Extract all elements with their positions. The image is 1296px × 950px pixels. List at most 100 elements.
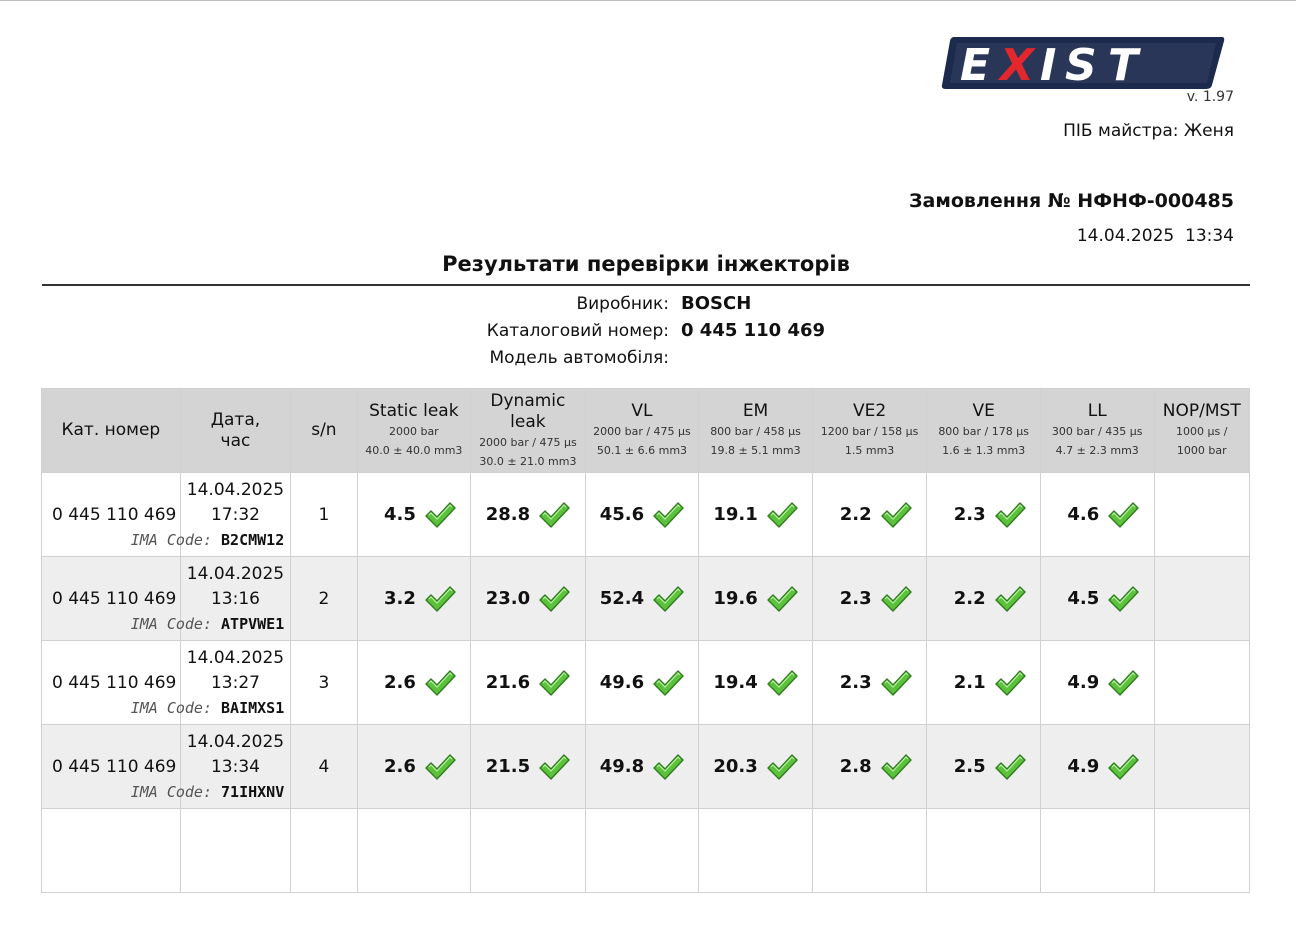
column-test-condition: 1200 bar / 158 μs	[820, 425, 919, 438]
table-header-row: Кат. номер Дата, час s/n Static leak 2000 ba…	[41, 388, 1250, 473]
nop-mst-cell	[1153, 724, 1250, 809]
column-header: NOP/MST 1000 μs / 1000 bar	[1153, 388, 1250, 473]
datetime-cell: 14.04.2025 13:27 IMA Code: BAIMXS1	[131, 640, 292, 725]
measurement-value: 52.4	[599, 588, 645, 609]
column-header: Кат. номер	[41, 388, 181, 473]
measurement-value: 21.6	[485, 672, 531, 693]
checkmark-pass-icon	[880, 753, 912, 780]
table-row: 0 445 110 469 14.04.2025 13:16 IMA Code: AT…	[41, 556, 1250, 641]
ima-code-label: IMA Code:	[130, 783, 212, 801]
checkmark-pass-icon	[880, 501, 912, 528]
measurement-value: 19.1	[713, 504, 758, 525]
column-test-condition: 30.0 ± 21.0 mm3	[479, 454, 577, 468]
column-header: Dynamic leak 2000 bar / 475 μs 30.0 ± 21.0…	[470, 388, 586, 473]
ima-code-label: IMA Code:	[130, 615, 212, 633]
column-test-condition: 1.6 ± 1.3 mm3	[942, 444, 1026, 457]
test-time: 17:32	[210, 505, 260, 525]
empty-cell	[1153, 808, 1250, 893]
table-row: 0 445 110 469 14.04.2025 17:32 IMA Code: B2…	[41, 472, 1250, 557]
column-title: LL	[1087, 401, 1107, 421]
measurement-cell: 2.2	[926, 556, 1041, 641]
checkmark-pass-icon	[539, 585, 570, 612]
measurement-cell: 21.6	[470, 640, 586, 725]
serial-number-cell: 4	[290, 724, 358, 809]
ima-code: IMA Code: 71IHXNV	[41, 780, 291, 805]
measurement-value: 2.3	[953, 504, 986, 525]
master-line: ПІБ майстра: Женя	[1063, 121, 1234, 141]
column-test-condition: 800 bar / 178 μs	[938, 425, 1029, 438]
checkmark-pass-icon	[425, 501, 456, 528]
ima-code-value: 71IHXNV	[221, 783, 285, 801]
checkmark-pass-icon	[767, 753, 798, 780]
measurement-cell: 2.3	[811, 640, 928, 725]
checkmark-pass-icon	[994, 585, 1026, 612]
measurement-value: 2.8	[839, 756, 872, 777]
empty-cell	[811, 808, 928, 893]
measurement-cell: 4.5	[356, 472, 472, 557]
measurement-value: 4.9	[1067, 756, 1100, 777]
column-test-condition: 2000 bar / 475 μs	[479, 435, 577, 449]
column-test-condition: 300 bar / 435 μs	[1051, 425, 1143, 438]
test-date: 14.04.2025	[186, 564, 285, 584]
datetime-cell: 14.04.2025 13:16 IMA Code: ATPVWE1	[131, 556, 292, 641]
measurement-value: 4.9	[1067, 672, 1100, 693]
checkmark-pass-icon	[425, 585, 456, 612]
checkmark-pass-icon	[653, 585, 684, 612]
checkmark-pass-icon	[539, 669, 570, 696]
column-title: Кат. номер	[61, 420, 161, 440]
svg-text:E: E	[960, 40, 990, 91]
measurement-value: 2.1	[953, 672, 986, 693]
measurement-value: 49.8	[599, 756, 645, 777]
checkmark-pass-icon	[1108, 501, 1139, 528]
checkmark-pass-icon	[1108, 585, 1139, 612]
info-value: 0 445 110 469	[681, 320, 826, 341]
column-header: Static leak 2000 bar 40.0 ± 40.0 mm3	[356, 388, 472, 473]
measurement-cell: 19.6	[698, 556, 813, 641]
column-test-condition: 800 bar / 458 μs	[710, 425, 801, 438]
checkmark-pass-icon	[994, 501, 1026, 528]
empty-cell	[1039, 808, 1155, 893]
nop-mst-cell	[1153, 640, 1250, 725]
ima-code-value: B2CMW12	[221, 531, 285, 549]
injector-info: Виробник: BOSCH Каталоговий номер: 0 445…	[0, 290, 1296, 371]
checkmark-pass-icon	[994, 669, 1026, 696]
info-catalog-number: Каталоговий номер: 0 445 110 469	[0, 317, 1296, 344]
empty-cell	[470, 808, 586, 893]
column-test-condition: 19.8 ± 5.1 mm3	[710, 444, 801, 457]
measurement-value: 28.8	[485, 504, 531, 525]
measurement-cell: 49.6	[584, 640, 700, 725]
column-title: EM	[742, 401, 769, 421]
title-divider	[42, 284, 1250, 286]
checkmark-pass-icon	[653, 669, 684, 696]
empty-cell	[926, 808, 1041, 893]
info-label: Модель автомобіля:	[489, 347, 669, 368]
measurement-cell: 20.3	[698, 724, 813, 809]
measurement-value: 45.6	[599, 504, 645, 525]
column-test-condition: 2000 bar	[388, 425, 439, 438]
column-title: VE2	[853, 401, 887, 421]
test-date: 14.04.2025	[186, 648, 285, 668]
measurement-cell: 4.5	[1039, 556, 1155, 641]
measurement-value: 2.6	[383, 756, 416, 777]
info-label: Каталоговий номер:	[486, 320, 669, 341]
checkmark-pass-icon	[1108, 753, 1139, 780]
measurement-value: 4.5	[383, 504, 416, 525]
column-header: EM 800 bar / 458 μs 19.8 ± 5.1 mm3	[698, 388, 813, 473]
measurement-value: 49.6	[599, 672, 645, 693]
measurement-cell: 21.5	[470, 724, 586, 809]
measurement-cell: 4.6	[1039, 472, 1155, 557]
ima-code-value: ATPVWE1	[221, 615, 285, 633]
measurement-value: 2.3	[839, 588, 872, 609]
measurement-cell: 2.3	[926, 472, 1041, 557]
column-test-condition: 1.5 mm3	[844, 444, 895, 457]
column-header: VE2 1200 bar / 158 μs 1.5 mm3	[811, 388, 928, 473]
column-header: VE 800 bar / 178 μs 1.6 ± 1.3 mm3	[926, 388, 1041, 473]
checkmark-pass-icon	[767, 585, 798, 612]
measurement-cell: 2.3	[811, 556, 928, 641]
measurement-cell: 45.6	[584, 472, 700, 557]
test-time: 13:27	[210, 673, 260, 693]
nop-mst-cell	[1153, 472, 1250, 557]
measurement-cell: 3.2	[356, 556, 472, 641]
svg-text:X: X	[997, 40, 1036, 91]
master-label: ПІБ майстра:	[1063, 121, 1179, 141]
